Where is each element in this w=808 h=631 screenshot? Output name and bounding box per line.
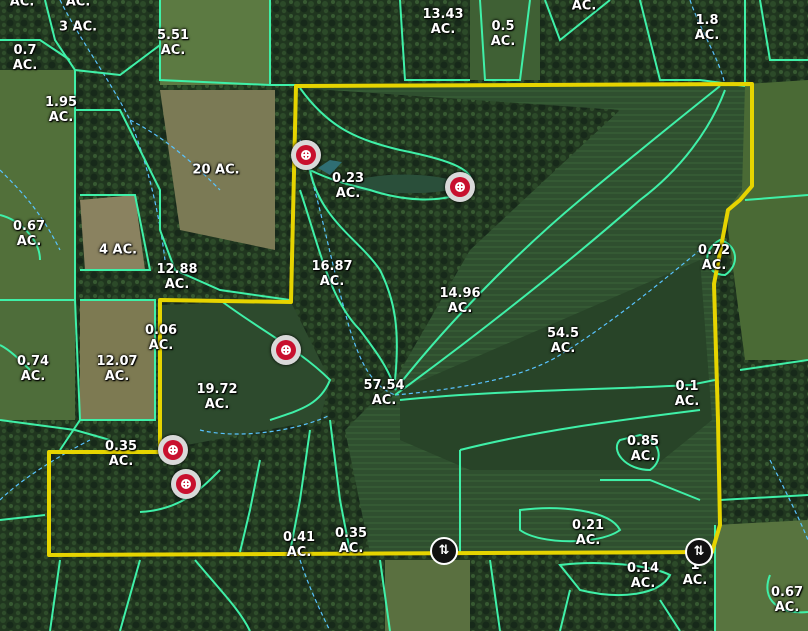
- crosshair-target-icon[interactable]: [171, 469, 201, 499]
- acreage-label: 19.72 AC.: [196, 382, 238, 412]
- acreage-label: 0.74 AC.: [16, 354, 50, 384]
- acreage-label: 0.5 AC.: [490, 19, 516, 49]
- acreage-label: 14.96 AC.: [439, 286, 481, 316]
- acreage-label: 1.95 AC.: [44, 95, 78, 125]
- up-down-arrows-gate-icon[interactable]: ⇅: [430, 537, 458, 565]
- crosshair-target-icon[interactable]: [158, 435, 188, 465]
- acreage-label: 13.43 AC.: [422, 7, 464, 37]
- acreage-label: 0.67 AC.: [770, 585, 804, 615]
- crosshair-target-icon[interactable]: [291, 140, 321, 170]
- map-canvas[interactable]: AC. 3 AC. AC. 13.43 AC. 0.5 AC. AC. 1.8 AC.…: [0, 0, 808, 631]
- acreage-label: AC.: [9, 0, 35, 10]
- acreage-label: 0.1 AC.: [674, 379, 700, 409]
- acreage-label: 0.72 AC.: [697, 243, 731, 273]
- acreage-label: 16.87 AC.: [311, 259, 353, 289]
- acreage-label: 1.8 AC.: [694, 13, 720, 43]
- crosshair-target-icon[interactable]: [445, 172, 475, 202]
- aerial-map: [0, 0, 808, 631]
- acreage-label: 5.51 AC.: [156, 28, 190, 58]
- acreage-label: 0.7 AC.: [12, 43, 38, 73]
- acreage-label: AC.: [571, 0, 597, 14]
- acreage-label: 0.35 AC.: [104, 439, 138, 469]
- acreage-label: 3 AC.: [58, 19, 98, 35]
- acreage-label: 12.07 AC.: [96, 354, 138, 384]
- acreage-label: 0.23 AC.: [331, 171, 365, 201]
- acreage-label: AC.: [65, 0, 91, 10]
- acreage-label: 57.54 AC.: [363, 378, 405, 408]
- acreage-label: 0.41 AC.: [282, 530, 316, 560]
- crosshair-target-icon[interactable]: [271, 335, 301, 365]
- up-down-arrows-gate-icon[interactable]: ⇅: [685, 538, 713, 566]
- acreage-label: 0.85 AC.: [626, 434, 660, 464]
- acreage-label: 12.88 AC.: [156, 262, 198, 292]
- acreage-label: 20 AC.: [192, 162, 240, 178]
- acreage-label: 0.14 AC.: [626, 561, 660, 591]
- acreage-label: 0.21 AC.: [571, 518, 605, 548]
- acreage-label: 0.06 AC.: [144, 323, 178, 353]
- acreage-label: 54.5 AC.: [546, 326, 580, 356]
- acreage-label: 0.35 AC.: [334, 526, 368, 556]
- acreage-label: 0.67 AC.: [12, 219, 46, 249]
- acreage-label: 4 AC.: [98, 242, 138, 258]
